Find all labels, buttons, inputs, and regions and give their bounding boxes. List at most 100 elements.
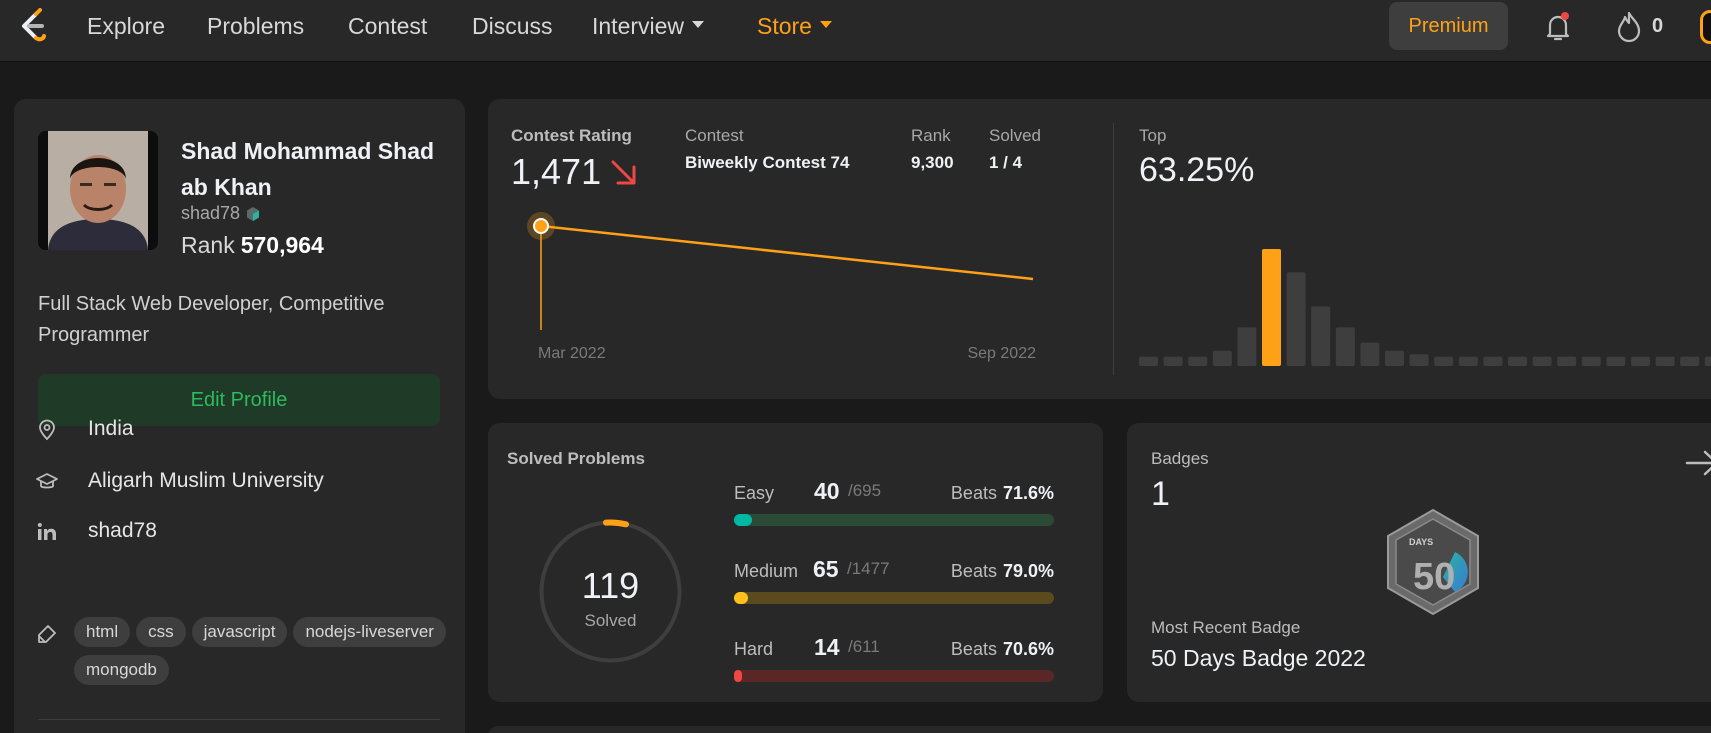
difficulty-total: /695 bbox=[848, 481, 882, 500]
histogram-bar bbox=[1139, 356, 1158, 366]
profile-bio: Full Stack Web Developer, Competitive Pr… bbox=[38, 293, 385, 346]
difficulty-medium: Medium 65 /1477 Beats 79.0% bbox=[734, 556, 1054, 616]
solved-problems-title: Solved Problems bbox=[507, 449, 645, 468]
progress-bar-fill bbox=[734, 592, 749, 604]
histogram-bar bbox=[1631, 356, 1650, 366]
linkedin-text[interactable]: shad78 bbox=[88, 519, 157, 543]
histogram-bar bbox=[1606, 356, 1626, 366]
divider bbox=[38, 719, 440, 720]
contest-name: Biweekly Contest 74 bbox=[685, 153, 850, 172]
histogram-bar bbox=[1212, 350, 1232, 366]
trend-down-icon bbox=[611, 160, 636, 185]
solved-problems-card: Solved Problems 119 Solved Easy 40 /695 … bbox=[488, 423, 1103, 702]
beats-value: 79.0% bbox=[1002, 561, 1054, 581]
avatar bbox=[38, 131, 158, 250]
progress-bar bbox=[734, 514, 1054, 526]
rank-value: 570,964 bbox=[240, 232, 324, 258]
bell-icon[interactable] bbox=[1541, 10, 1575, 44]
progress-bar-fill bbox=[734, 670, 742, 682]
cube-icon bbox=[247, 207, 260, 222]
chart-x-start-label: Mar 2022 bbox=[538, 345, 606, 362]
linkedin-icon bbox=[37, 523, 56, 540]
difficulty-solved: 14 bbox=[814, 634, 840, 660]
badges-card: Badges 1 DAYS 50 Most Recent Badge 50 Da… bbox=[1127, 423, 1711, 702]
profile-card: Shad Mohammad Shad ab Khan shad78 Rank 57… bbox=[14, 99, 465, 733]
top-percent-value: 63.25% bbox=[1139, 151, 1255, 189]
fire-icon[interactable] bbox=[1614, 10, 1644, 44]
graduation-cap-icon bbox=[36, 473, 58, 489]
contest-rating-value: 1,471 bbox=[511, 151, 602, 192]
rating-point[interactable] bbox=[533, 218, 549, 234]
school-text: Aligarh Muslim University bbox=[88, 469, 324, 492]
histogram-bar bbox=[1581, 356, 1601, 366]
nav-interview-label: Interview bbox=[592, 13, 685, 39]
histogram-bar bbox=[1704, 356, 1711, 366]
difficulty-hard: Hard 14 /611 Beats 70.6% bbox=[734, 634, 1054, 694]
username-text: shad78 bbox=[181, 203, 241, 223]
nav-explore[interactable]: Explore bbox=[87, 13, 165, 40]
histogram-bar bbox=[1311, 306, 1331, 366]
difficulty-solved: 65 bbox=[813, 556, 839, 582]
beats-label: Beats bbox=[950, 483, 997, 503]
nav-interview[interactable]: Interview bbox=[592, 13, 705, 40]
profile-username: shad78 bbox=[181, 203, 260, 224]
next-card bbox=[488, 726, 1711, 733]
progress-bar-fill bbox=[734, 514, 753, 526]
histogram-bar bbox=[1680, 356, 1700, 366]
top-percent-label: Top bbox=[1139, 126, 1167, 145]
difficulty-total: /1477 bbox=[847, 559, 890, 578]
histogram-bar bbox=[1409, 354, 1429, 366]
arrow-right-icon[interactable] bbox=[1683, 447, 1711, 479]
histogram-bar bbox=[1483, 356, 1503, 366]
difficulty-beats: Beats 71.6% bbox=[951, 483, 1054, 504]
solved-total: 119 bbox=[581, 565, 640, 606]
contest-rating-label: Contest Rating bbox=[511, 126, 632, 145]
histogram-bar bbox=[1385, 350, 1404, 366]
contest-rating-card: Contest Rating 1,471 Contest Biweekly Co… bbox=[488, 99, 1711, 399]
profile-real-name: Shad Mohammad Shad ab Khan bbox=[181, 138, 435, 200]
histogram-bar bbox=[1163, 356, 1183, 366]
difficulty-easy: Easy 40 /695 Beats 71.6% bbox=[734, 478, 1054, 538]
location-pin-icon bbox=[39, 419, 55, 441]
histogram-bar bbox=[1532, 356, 1552, 366]
chart-x-end-label: Sep 2022 bbox=[967, 345, 1036, 362]
badges-title: Badges bbox=[1151, 449, 1209, 468]
nav-discuss[interactable]: Discuss bbox=[472, 13, 553, 40]
leetcode-logo-icon[interactable] bbox=[14, 8, 50, 44]
location-text: India bbox=[88, 417, 134, 440]
badges-count: 1 bbox=[1151, 475, 1170, 513]
rating-history-line bbox=[540, 224, 1034, 281]
difficulty-name: Easy bbox=[734, 483, 775, 503]
nav-problems[interactable]: Problems bbox=[207, 13, 304, 40]
skill-tag[interactable]: mongodb bbox=[74, 655, 169, 685]
avatar[interactable] bbox=[1700, 10, 1711, 44]
chevron-down-icon bbox=[819, 21, 832, 29]
histogram-bar bbox=[1557, 356, 1577, 366]
badge-50-days-icon[interactable]: DAYS 50 bbox=[1383, 507, 1483, 617]
premium-button[interactable]: Premium bbox=[1389, 2, 1508, 50]
progress-bar bbox=[734, 670, 1054, 682]
skill-tag[interactable]: javascript bbox=[191, 617, 288, 647]
top-navbar: Explore Problems Contest Discuss Intervi… bbox=[0, 0, 1711, 62]
skill-tag[interactable]: html bbox=[74, 617, 131, 647]
badge-number-text: 50 bbox=[1413, 556, 1455, 598]
nav-store-label: Store bbox=[757, 13, 812, 39]
skill-tag[interactable]: nodejs-liveserver bbox=[293, 617, 446, 647]
histogram-bar bbox=[1262, 249, 1281, 366]
difficulty-beats: Beats 70.6% bbox=[951, 639, 1054, 660]
rating-history-chart[interactable]: Mar 2022 Sep 2022 bbox=[498, 199, 1058, 399]
histogram-bar bbox=[1434, 356, 1454, 366]
difficulty-solved: 40 bbox=[814, 478, 840, 504]
difficulty-name: Hard bbox=[734, 639, 774, 659]
recent-badge-name: 50 Days Badge 2022 bbox=[1151, 645, 1366, 671]
profile-rank: Rank 570,964 bbox=[181, 232, 324, 259]
histogram-bar bbox=[1237, 327, 1257, 366]
nav-store[interactable]: Store bbox=[757, 13, 832, 40]
tag-icon bbox=[38, 625, 56, 643]
histogram-bar bbox=[1655, 356, 1675, 366]
recent-badge-label: Most Recent Badge bbox=[1151, 618, 1301, 637]
divider bbox=[1113, 123, 1114, 375]
difficulty-name: Medium bbox=[734, 561, 799, 581]
nav-contest[interactable]: Contest bbox=[348, 13, 427, 40]
skill-tag[interactable]: css bbox=[136, 617, 186, 647]
